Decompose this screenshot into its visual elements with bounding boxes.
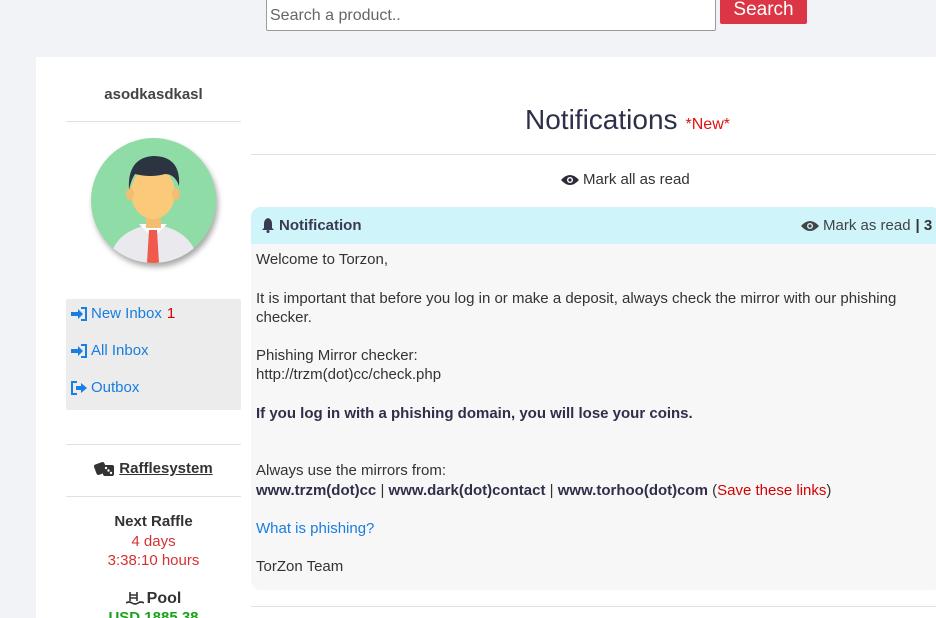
mark-all-read-label: Mark all as read xyxy=(583,171,690,188)
username: asodkasdkasl xyxy=(104,86,203,103)
outbox-label: Outbox xyxy=(91,379,140,396)
phishing-domain-warning: If you log in with a phishing domain, yo… xyxy=(256,405,693,422)
notification-title: Notification xyxy=(261,217,362,234)
greeting-text: Welcome to Torzon, xyxy=(256,251,389,268)
signature: TorZon Team xyxy=(256,558,344,575)
sign-in-icon xyxy=(71,306,87,321)
page-title-text: Notifications xyxy=(525,104,678,135)
eye-icon xyxy=(561,174,579,185)
notification-header: Notification Mark as read | 3 xyxy=(251,207,936,244)
what-is-phishing-link[interactable]: What is phishing? xyxy=(256,519,374,538)
checker-url: http://trzm(dot)cc/check.php xyxy=(256,366,442,383)
paren-close: ) xyxy=(826,482,832,499)
raffle-days: 4 days xyxy=(131,533,176,550)
notification-separator: | 3 xyxy=(915,217,933,234)
divider xyxy=(251,154,936,155)
all-inbox-link[interactable]: All Inbox xyxy=(71,342,149,359)
raffle-hours: 3:38:10 hours xyxy=(107,552,200,569)
divider xyxy=(251,606,936,607)
pool-label: Pool xyxy=(146,590,182,607)
save-links-link[interactable]: Save these links xyxy=(717,482,826,499)
mirror-link[interactable]: www.trzm(dot)cc xyxy=(256,482,376,499)
notification-title-text: Notification xyxy=(279,217,362,234)
pool-title: Pool xyxy=(66,590,241,608)
new-inbox-count: 1 xyxy=(166,305,176,322)
top-bar: Search xyxy=(0,0,936,40)
mirrors-intro: Always use the mirrors from: xyxy=(256,462,447,479)
mark-as-read-button[interactable]: Mark as read | 3 xyxy=(801,217,932,234)
mark-all-read-button[interactable]: Mark all as read xyxy=(561,171,690,188)
divider xyxy=(66,496,241,497)
avatar-person-icon xyxy=(109,156,198,263)
avatar xyxy=(91,138,216,263)
mirror-link[interactable]: www.dark(dot)contact xyxy=(389,482,546,499)
mirror-list: www.trzm(dot)cc | www.dark(dot)contact |… xyxy=(256,481,831,500)
swimming-pool-icon xyxy=(125,592,144,605)
phishing-warning-line2: checker. xyxy=(256,309,312,326)
search-input[interactable] xyxy=(266,0,716,31)
search-button[interactable]: Search xyxy=(720,0,807,24)
mirror-separator: | xyxy=(380,482,385,499)
divider xyxy=(66,121,241,122)
outbox-link[interactable]: Outbox xyxy=(71,379,139,396)
sign-out-icon xyxy=(71,380,87,395)
sign-in-icon xyxy=(71,343,87,358)
mirror-separator: | xyxy=(549,482,554,499)
rafflesystem-link[interactable]: Rafflesystem xyxy=(119,460,212,477)
all-inbox-label: All Inbox xyxy=(91,342,149,359)
checker-label: Phishing Mirror checker: xyxy=(256,347,418,364)
mirror-link[interactable]: www.torhoo(dot)com xyxy=(558,482,708,499)
new-tag: *New* xyxy=(685,116,730,133)
next-raffle-label: Next Raffle xyxy=(114,513,193,530)
page-title: Notifications *New* xyxy=(525,104,730,136)
new-inbox-link[interactable]: New Inbox 1 xyxy=(71,305,175,322)
dice-icon xyxy=(94,462,115,476)
divider xyxy=(66,444,241,445)
pool-value: USD 1885.38 xyxy=(108,609,199,618)
bell-icon xyxy=(262,218,274,233)
phishing-warning-line1: It is important that before you log in o… xyxy=(256,290,897,307)
eye-icon xyxy=(801,220,819,231)
mark-as-read-label: Mark as read xyxy=(823,217,911,234)
raffle-title: Rafflesystem xyxy=(66,460,241,477)
new-inbox-label: New Inbox xyxy=(91,305,162,322)
